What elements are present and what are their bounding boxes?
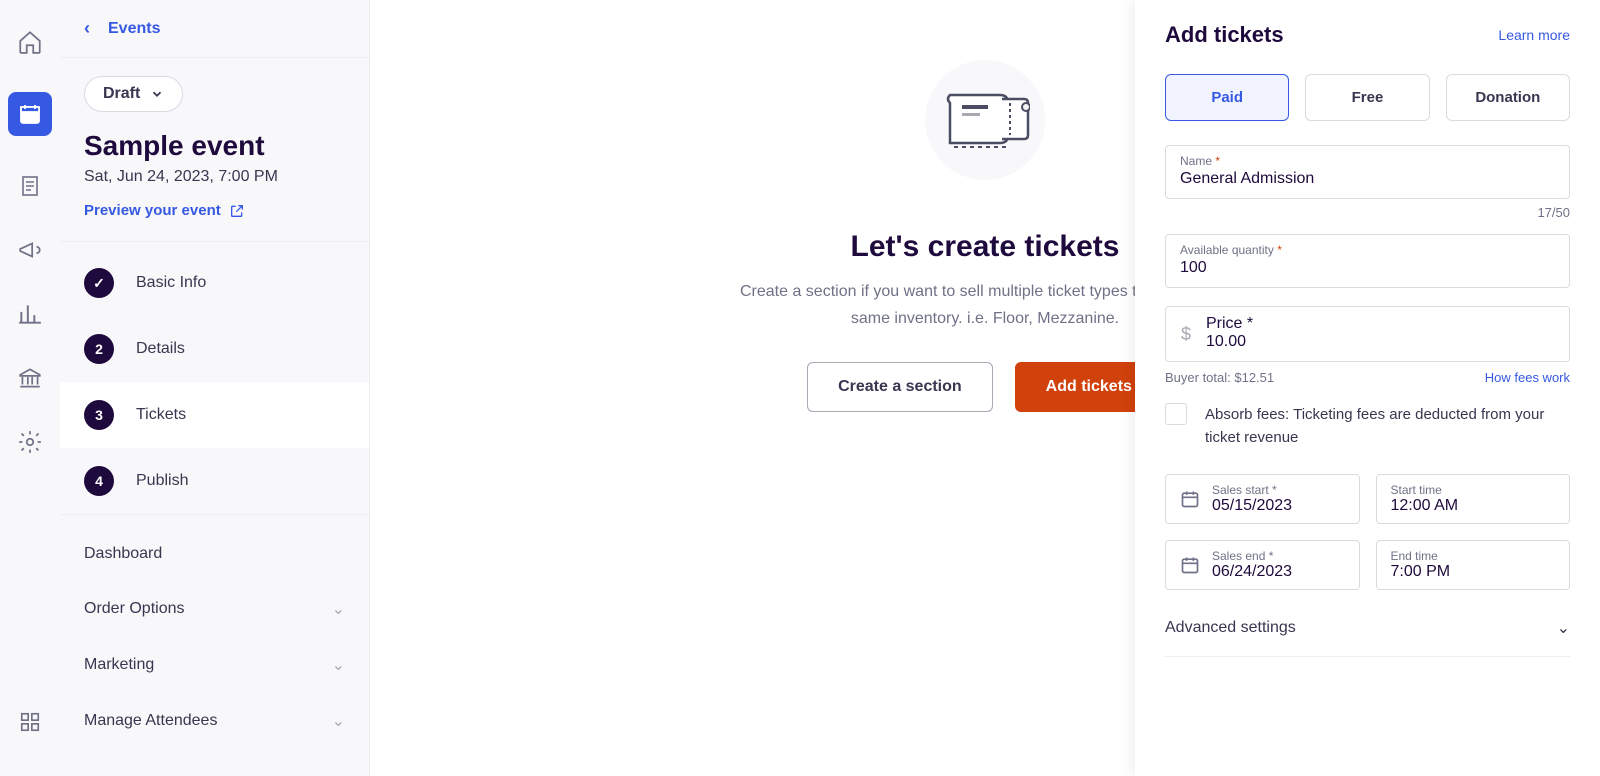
tickets-illustration — [925, 60, 1045, 180]
breadcrumb[interactable]: ‹ Events — [60, 0, 369, 57]
calendar-icon — [1180, 555, 1200, 575]
menu-label: Order Options — [84, 600, 184, 618]
end-time-value: 7:00 PM — [1391, 563, 1451, 581]
name-value: General Admission — [1180, 170, 1555, 188]
apps-icon[interactable] — [16, 708, 44, 736]
chevron-down-icon: ⌄ — [1557, 618, 1570, 638]
chevron-down-icon: ⌄ — [332, 599, 345, 619]
absorb-fees-checkbox[interactable] — [1165, 403, 1187, 425]
chevron-left-icon: ‹ — [84, 18, 90, 39]
menu-label: Marketing — [84, 656, 154, 674]
absorb-fees-label: Absorb fees: Ticketing fees are deducted… — [1205, 403, 1570, 450]
name-field[interactable]: Name * General Admission — [1165, 145, 1570, 199]
sales-start-label: Sales start — [1212, 483, 1269, 497]
step-basic-info[interactable]: ✓ Basic Info — [60, 250, 369, 316]
calendar-icon — [1180, 489, 1200, 509]
end-time-label: End time — [1391, 549, 1451, 563]
step-publish[interactable]: 4 Publish — [60, 448, 369, 514]
price-value: 10.00 — [1206, 333, 1555, 351]
gear-icon[interactable] — [16, 428, 44, 456]
sales-start-value: 05/15/2023 — [1212, 497, 1292, 515]
sales-start-field[interactable]: Sales start * 05/15/2023 — [1165, 474, 1360, 524]
chevron-down-icon — [150, 87, 164, 101]
tab-free[interactable]: Free — [1305, 74, 1429, 121]
event-datetime: Sat, Jun 24, 2023, 7:00 PM — [60, 162, 369, 186]
step-badge: 4 — [84, 466, 114, 496]
menu-label: Dashboard — [84, 545, 162, 563]
buyer-total: Buyer total: $12.51 — [1165, 370, 1274, 385]
step-details[interactable]: 2 Details — [60, 316, 369, 382]
end-time-field[interactable]: End time 7:00 PM — [1376, 540, 1571, 590]
home-icon[interactable] — [16, 28, 44, 56]
chevron-down-icon: ⌄ — [332, 655, 345, 675]
tab-donation[interactable]: Donation — [1446, 74, 1570, 121]
advanced-settings-toggle[interactable]: Advanced settings ⌄ — [1165, 606, 1570, 657]
context-sidebar: ‹ Events Draft Sample event Sat, Jun 24,… — [60, 0, 370, 776]
breadcrumb-label: Events — [108, 20, 160, 38]
menu-attendees[interactable]: Manage Attendees ⌄ — [60, 693, 369, 749]
price-field[interactable]: $ Price * 10.00 — [1165, 306, 1570, 362]
name-counter: 17/50 — [1165, 205, 1570, 220]
step-label: Details — [136, 340, 185, 358]
tab-paid[interactable]: Paid — [1165, 74, 1289, 121]
currency-symbol: $ — [1166, 324, 1206, 345]
menu-order-options[interactable]: Order Options ⌄ — [60, 581, 369, 637]
price-label: Price — [1206, 315, 1242, 332]
quantity-value: 100 — [1180, 259, 1555, 277]
chart-icon[interactable] — [16, 300, 44, 328]
menu-label: Manage Attendees — [84, 712, 217, 730]
step-badge: 3 — [84, 400, 114, 430]
quantity-field[interactable]: Available quantity * 100 — [1165, 234, 1570, 288]
ticket-panel: Add tickets Learn more Paid Free Donatio… — [1135, 0, 1600, 776]
menu-marketing[interactable]: Marketing ⌄ — [60, 637, 369, 693]
preview-link[interactable]: Preview your event — [60, 186, 369, 241]
step-label: Publish — [136, 472, 188, 490]
panel-title: Add tickets — [1165, 22, 1284, 48]
step-badge: 2 — [84, 334, 114, 364]
name-label: Name — [1180, 154, 1212, 168]
receipt-icon[interactable] — [16, 172, 44, 200]
create-section-button[interactable]: Create a section — [807, 362, 993, 412]
external-link-icon — [229, 203, 245, 219]
step-label: Basic Info — [136, 274, 206, 292]
preview-label: Preview your event — [84, 202, 221, 219]
sales-end-label: Sales end — [1212, 549, 1265, 563]
step-label: Tickets — [136, 406, 186, 424]
sales-end-field[interactable]: Sales end * 06/24/2023 — [1165, 540, 1360, 590]
calendar-icon[interactable]: 15 — [8, 92, 52, 136]
start-time-value: 12:00 AM — [1391, 497, 1459, 515]
icon-rail: 15 — [0, 0, 60, 776]
bank-icon[interactable] — [16, 364, 44, 392]
megaphone-icon[interactable] — [16, 236, 44, 264]
status-label: Draft — [103, 85, 140, 103]
fees-link[interactable]: How fees work — [1485, 370, 1570, 385]
advanced-label: Advanced settings — [1165, 619, 1296, 637]
menu-dashboard[interactable]: Dashboard — [60, 527, 369, 581]
step-tickets[interactable]: 3 Tickets — [60, 382, 369, 448]
quantity-label: Available quantity — [1180, 243, 1274, 257]
chevron-down-icon: ⌄ — [332, 711, 345, 731]
sales-end-value: 06/24/2023 — [1212, 563, 1292, 581]
event-title: Sample event — [60, 112, 369, 162]
start-time-label: Start time — [1391, 483, 1459, 497]
start-time-field[interactable]: Start time 12:00 AM — [1376, 474, 1571, 524]
learn-more-link[interactable]: Learn more — [1498, 27, 1570, 43]
step-badge: ✓ — [84, 268, 114, 298]
svg-text:15: 15 — [26, 113, 35, 122]
status-dropdown[interactable]: Draft — [84, 76, 183, 112]
